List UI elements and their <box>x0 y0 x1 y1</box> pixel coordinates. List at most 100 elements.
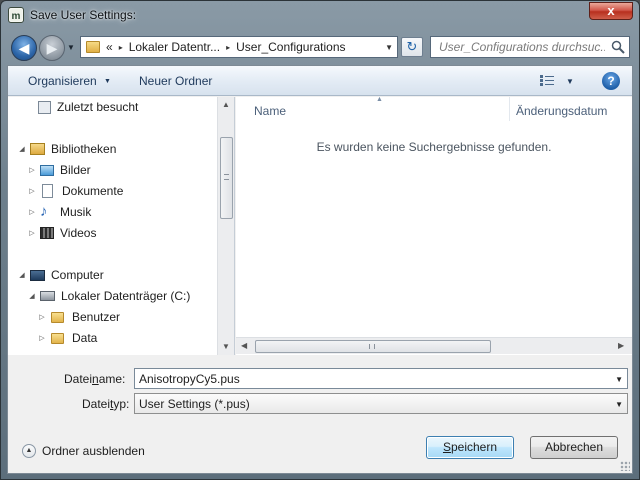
command-toolbar: Organisieren ▼ Neuer Ordner ▼ ? <box>8 66 632 96</box>
chevron-up-icon: ▲ <box>22 444 36 458</box>
chevron-down-icon[interactable]: ▼ <box>615 375 623 384</box>
nav-item-documents[interactable]: ▷ Dokumente <box>28 182 123 200</box>
nav-item-label: Lokaler Datenträger (C:) <box>61 289 191 303</box>
save-button[interactable]: Speichern <box>426 436 514 459</box>
nav-item-local-drive[interactable]: ◢ Lokaler Datenträger (C:) <box>28 287 190 305</box>
column-divider[interactable] <box>509 97 510 121</box>
nav-item-users[interactable]: ▷ Benutzer <box>38 308 120 326</box>
scroll-up-icon[interactable]: ▲ <box>222 100 230 109</box>
documents-icon <box>42 184 53 198</box>
save-dialog-window: m Save User Settings: x ◀ ▶ ▼ « ▸ Lokale… <box>0 0 640 480</box>
arrow-right-icon: ▶ <box>46 40 58 56</box>
chevron-down-icon[interactable]: ▼ <box>615 400 623 409</box>
view-dropdown-icon[interactable]: ▼ <box>566 77 574 86</box>
nav-item-label: Musik <box>60 205 92 219</box>
nav-item-label: Data <box>72 331 98 345</box>
search-input[interactable] <box>431 37 605 57</box>
grip-icon <box>369 344 375 349</box>
view-options-icon[interactable] <box>540 75 554 86</box>
window-title: Save User Settings: <box>30 8 137 22</box>
nav-item-computer[interactable]: ◢ Computer <box>18 266 104 284</box>
arrow-left-icon: ◀ <box>18 40 30 56</box>
chevron-down-icon[interactable]: ▼ <box>104 78 111 85</box>
collapsed-triangle-icon[interactable]: ▷ <box>38 334 46 342</box>
nav-item-label: Videos <box>60 226 97 240</box>
hide-folders-toggle[interactable]: ▲ Ordner ausblenden <box>22 444 145 458</box>
new-folder-button[interactable]: Neuer Ordner <box>139 74 212 88</box>
filetype-select[interactable]: User Settings (*.pus) ▼ <box>134 393 628 414</box>
filetype-value: User Settings (*.pus) <box>139 397 250 411</box>
collapsed-triangle-icon[interactable]: ▷ <box>38 313 46 321</box>
app-icon: m <box>8 7 24 23</box>
nav-item-label: Benutzer <box>72 310 121 324</box>
column-header-row: ▲ Name Änderungsdatum <box>236 96 630 121</box>
filename-combobox[interactable]: ▼ <box>134 368 628 389</box>
hide-folders-label: Ordner ausblenden <box>42 444 145 458</box>
scrollbar-thumb[interactable] <box>255 340 491 353</box>
filetype-label: Dateityp: <box>82 397 130 411</box>
folder-icon <box>51 311 64 323</box>
expanded-triangle-icon[interactable]: ◢ <box>28 292 36 300</box>
refresh-icon: ↻ <box>406 39 418 54</box>
libraries-icon <box>30 143 45 155</box>
close-button[interactable]: x <box>589 2 633 20</box>
nav-item-label: Bilder <box>60 163 91 177</box>
search-box[interactable] <box>430 36 630 58</box>
breadcrumb-separator-icon[interactable]: ▸ <box>119 43 123 52</box>
nav-item-recent[interactable]: Zuletzt besucht <box>26 98 138 116</box>
address-dropdown-icon[interactable]: ▼ <box>385 43 393 52</box>
collapsed-triangle-icon[interactable]: ▷ <box>28 187 36 195</box>
expanded-triangle-icon[interactable]: ◢ <box>18 145 26 153</box>
dialog-body: Organisieren ▼ Neuer Ordner ▼ ? Zuletzt … <box>7 65 633 474</box>
filename-input[interactable] <box>139 372 599 386</box>
help-button[interactable]: ? <box>602 72 620 90</box>
nav-item-label: Dokumente <box>62 184 124 198</box>
music-icon: ♪ <box>40 203 48 220</box>
pictures-icon <box>40 164 54 176</box>
nav-item-data[interactable]: ▷ Data <box>38 329 97 347</box>
file-list[interactable]: ▲ Name Änderungsdatum Es wurden keine Su… <box>236 96 632 355</box>
scroll-right-icon[interactable]: ▶ <box>618 341 624 350</box>
breadcrumb-local-drive[interactable]: Lokaler Datentr... <box>129 40 220 54</box>
search-icon[interactable] <box>611 40 625 54</box>
column-header-name[interactable]: Name <box>254 104 286 118</box>
back-button[interactable]: ◀ <box>11 35 37 61</box>
column-header-modified[interactable]: Änderungsdatum <box>516 104 607 118</box>
breadcrumb-overflow[interactable]: « <box>106 40 113 54</box>
refresh-button[interactable]: ↻ <box>401 37 423 57</box>
nav-item-videos[interactable]: ▷ Videos <box>28 224 96 242</box>
recent-places-icon <box>38 100 51 114</box>
nav-item-label: Zuletzt besucht <box>57 100 139 114</box>
expanded-triangle-icon[interactable]: ◢ <box>18 271 26 279</box>
scroll-left-icon[interactable]: ◀ <box>241 341 247 350</box>
collapsed-triangle-icon[interactable]: ▷ <box>28 208 36 216</box>
organize-button[interactable]: Organisieren <box>28 74 97 88</box>
drive-icon <box>40 291 55 301</box>
forward-button[interactable]: ▶ <box>39 35 65 61</box>
computer-icon <box>30 269 45 281</box>
history-dropdown-icon[interactable]: ▼ <box>67 43 75 52</box>
videos-icon <box>40 227 54 239</box>
cancel-button[interactable]: Abbrechen <box>530 436 618 459</box>
nav-item-pictures[interactable]: ▷ Bilder <box>28 161 91 179</box>
breadcrumb-user-configurations[interactable]: User_Configurations <box>236 40 345 54</box>
scrollbar-thumb[interactable] <box>220 137 233 219</box>
filename-label: Dateiname: <box>64 372 126 386</box>
nav-item-libraries[interactable]: ◢ Bibliotheken <box>18 140 116 158</box>
scroll-down-icon[interactable]: ▼ <box>222 342 230 351</box>
file-horizontal-scrollbar[interactable]: ◀ ▶ <box>236 337 632 354</box>
address-bar[interactable]: « ▸ Lokaler Datentr... ▸ User_Configurat… <box>80 36 398 58</box>
svg-text:m: m <box>12 11 21 22</box>
navigation-pane: Zuletzt besucht ◢ Bibliotheken ▷ Bilder … <box>8 97 235 355</box>
title-bar[interactable]: m Save User Settings: x <box>1 1 639 31</box>
nav-item-music[interactable]: ▷ ♪ Musik <box>28 203 91 221</box>
resize-grip-icon[interactable] <box>620 461 630 471</box>
folder-icon <box>51 332 64 344</box>
nav-vertical-scrollbar[interactable]: ▲ ▼ <box>217 97 234 355</box>
nav-item-label: Computer <box>51 268 104 282</box>
nav-item-label: Bibliotheken <box>51 142 117 156</box>
breadcrumb-separator-icon[interactable]: ▸ <box>226 43 230 52</box>
collapsed-triangle-icon[interactable]: ▷ <box>28 229 36 237</box>
sort-ascending-icon: ▲ <box>376 96 383 103</box>
collapsed-triangle-icon[interactable]: ▷ <box>28 166 36 174</box>
